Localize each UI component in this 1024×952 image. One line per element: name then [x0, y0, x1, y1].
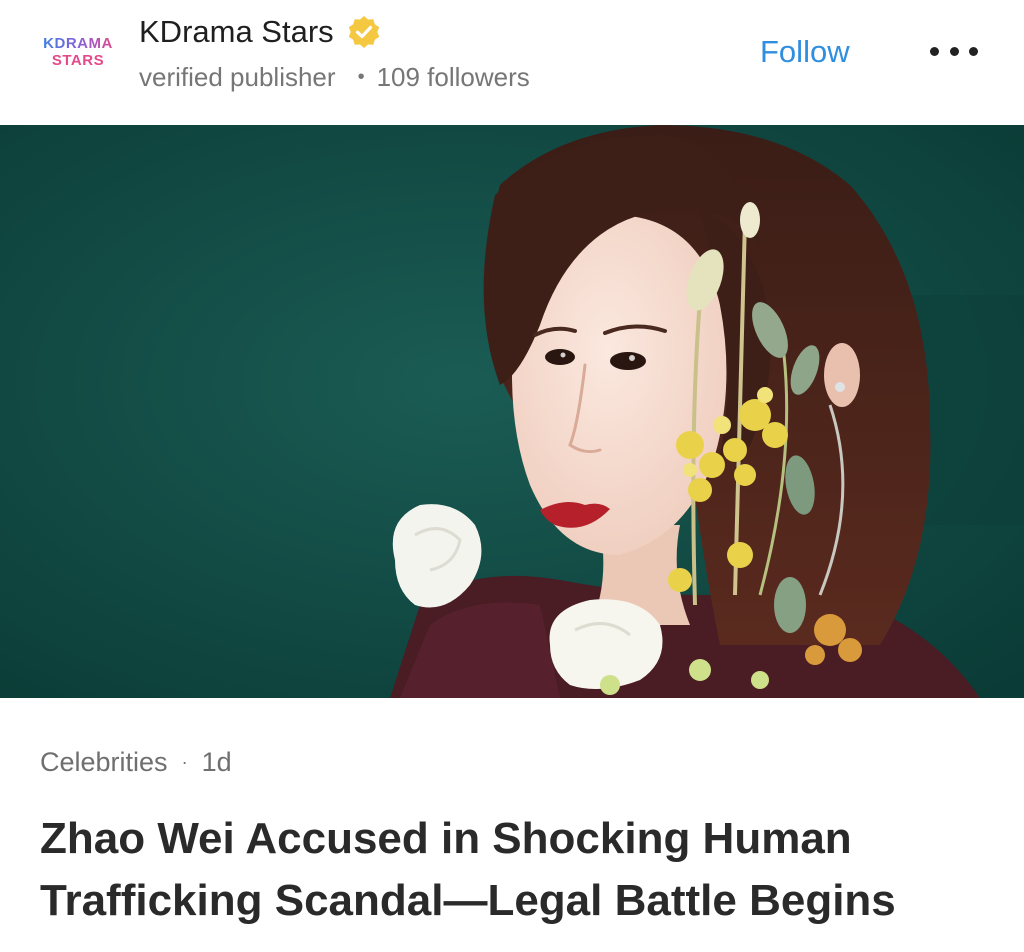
publisher-header: KDRAMA STARS KDrama Stars verified publi… [0, 0, 1024, 125]
article-meta: Celebrities · 1d [40, 742, 232, 782]
publisher-meta: verified publisher • 109 followers [139, 58, 530, 96]
article-card: KDRAMA STARS KDrama Stars verified publi… [0, 0, 1024, 952]
hero-image[interactable] [0, 125, 1024, 698]
meta-separator: • [357, 65, 365, 88]
more-dot [969, 46, 978, 56]
publisher-subtitle: verified publisher [139, 61, 336, 92]
verified-badge-icon [346, 14, 382, 50]
article-age: 1d [201, 746, 232, 777]
article-title[interactable]: Zhao Wei Accused in Shocking Human Traff… [40, 808, 1000, 932]
follow-button[interactable]: Follow [760, 30, 850, 74]
more-options-icon[interactable] [930, 38, 978, 64]
logo-line2: STARS [51, 52, 105, 69]
meta-separator: · [181, 751, 188, 772]
publisher-logo[interactable]: KDRAMA STARS [28, 30, 128, 74]
hero-photo-illustration [0, 125, 1024, 698]
publisher-name-row: KDrama Stars [139, 10, 382, 54]
logo-line1: KDRAMA [43, 35, 113, 52]
publisher-name[interactable]: KDrama Stars [139, 14, 334, 50]
more-dot [949, 46, 959, 56]
follower-count: 109 followers [376, 61, 530, 92]
article-category[interactable]: Celebrities [40, 747, 168, 778]
more-dot [930, 46, 939, 56]
